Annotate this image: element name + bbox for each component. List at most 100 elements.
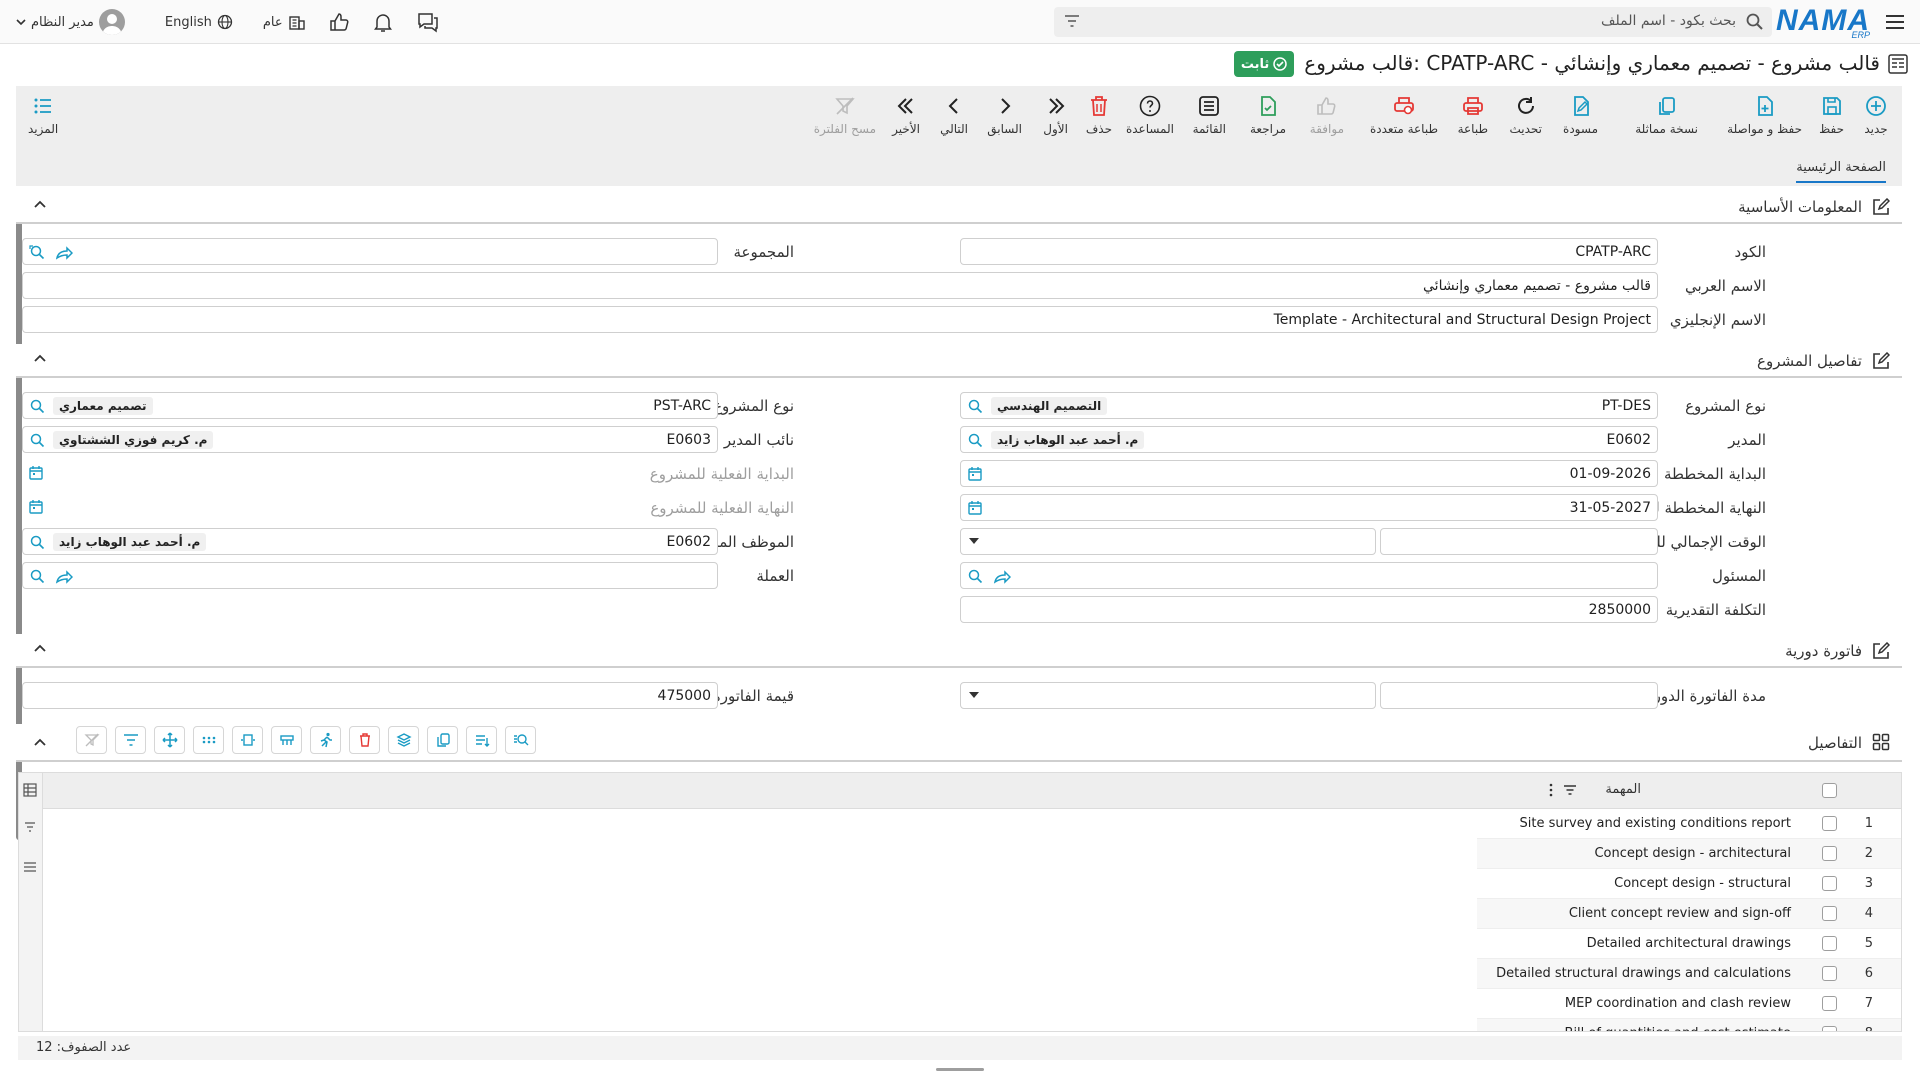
table-row[interactable]: 2 Concept design - architectural <box>1477 839 1901 869</box>
row-checkbox[interactable] <box>1822 1026 1837 1031</box>
total-time-value-field[interactable] <box>1380 528 1658 555</box>
invoice-period-unit-select[interactable] <box>960 682 1376 709</box>
lookup-icon[interactable] <box>967 398 985 414</box>
copy-icon[interactable] <box>427 726 458 754</box>
select-all-checkbox[interactable] <box>1822 783 1837 798</box>
share-icon[interactable] <box>55 244 73 260</box>
row-checkbox[interactable] <box>1822 906 1837 921</box>
deputy-field[interactable]: E0603 م. كريم فوزي الششتاوي <box>22 426 718 453</box>
column-menu-icon[interactable] <box>1549 783 1553 797</box>
planned-start-field[interactable]: 01-09-2026 <box>960 460 1658 487</box>
group-field[interactable] <box>22 238 718 265</box>
user-menu[interactable]: مدير النظام <box>10 9 131 35</box>
sort-list-icon[interactable] <box>466 726 497 754</box>
approve-button[interactable]: موافقة <box>1310 94 1344 136</box>
manager-field[interactable]: E0602 م. أحمد عبد الوهاب زايد <box>960 426 1658 453</box>
lookup-icon[interactable] <box>29 568 47 584</box>
table-row[interactable]: 4 Client concept review and sign-off <box>1477 899 1901 929</box>
table-row[interactable]: 6 Detailed structural drawings and calcul… <box>1477 959 1901 989</box>
trash-icon[interactable] <box>349 726 380 754</box>
task-cell[interactable]: Detailed structural drawings and calcula… <box>1496 966 1791 981</box>
print-button[interactable]: طباعة <box>1458 94 1488 136</box>
search-placeholder[interactable]: بحث بكود - اسم الملف <box>1601 13 1736 29</box>
calendar-icon[interactable] <box>967 500 983 516</box>
branch-switch[interactable]: عام <box>257 13 312 31</box>
table-icon[interactable] <box>23 783 37 797</box>
filter-icon[interactable] <box>24 821 36 833</box>
table-row[interactable]: 8 Bill of quantities and cost estimate <box>1477 1019 1901 1031</box>
calendar-icon[interactable] <box>967 466 983 482</box>
task-cell[interactable]: Bill of quantities and cost estimate <box>1565 1026 1791 1031</box>
actual-start-field[interactable] <box>22 460 718 487</box>
resize-handle[interactable] <box>936 1068 984 1071</box>
column-resize-icon[interactable] <box>232 726 263 754</box>
chevron-up-icon[interactable] <box>34 200 46 208</box>
responsible-employee-field[interactable]: E0602 م. أحمد عبد الوهاب زايد <box>22 528 718 555</box>
save-button[interactable]: حفظ <box>1819 94 1844 136</box>
table-row[interactable]: 3 Concept design - structural <box>1477 869 1901 899</box>
task-column-header[interactable]: المهمة <box>1605 782 1641 797</box>
global-search-box[interactable]: بحث بكود - اسم الملف <box>1054 7 1772 37</box>
lookup-icon[interactable] <box>29 398 47 414</box>
layers-icon[interactable] <box>388 726 419 754</box>
planned-end-field[interactable]: 31-05-2027 <box>960 494 1658 521</box>
arabic-name-field[interactable]: قالب مشروع - تصميم معماري وإنشائي <box>22 272 1658 299</box>
lookup-icon[interactable] <box>29 432 47 448</box>
bell-icon[interactable] <box>372 11 394 33</box>
calendar-icon[interactable] <box>28 499 44 515</box>
draft-button[interactable]: مسودة <box>1563 94 1598 136</box>
actual-end-field[interactable] <box>22 494 718 521</box>
task-cell[interactable]: Concept design - structural <box>1614 876 1791 891</box>
lookup-icon[interactable] <box>29 534 47 550</box>
estimated-cost-field[interactable]: 2850000 <box>960 596 1658 623</box>
table-row[interactable]: 5 Detailed architectural drawings <box>1477 929 1901 959</box>
currency-field[interactable] <box>22 562 718 589</box>
row-checkbox[interactable] <box>1822 876 1837 891</box>
row-checkbox[interactable] <box>1822 936 1837 951</box>
english-name-field[interactable]: Template - Architectural and Structural … <box>22 306 1658 333</box>
row-checkbox[interactable] <box>1822 966 1837 981</box>
task-cell[interactable]: Concept design - architectural <box>1594 846 1791 861</box>
clear-filter-icon[interactable] <box>76 726 107 754</box>
share-icon[interactable] <box>55 568 73 584</box>
save-continue-button[interactable]: حفظ و مواصلة <box>1727 94 1802 136</box>
table-row[interactable]: 1 Site survey and existing conditions rep… <box>1477 809 1901 839</box>
row-checkbox[interactable] <box>1822 816 1837 831</box>
section-project-details[interactable]: تفاصيل المشروع <box>16 344 1902 378</box>
sub-type-field[interactable]: PST-ARC تصميم معماري <box>22 392 718 419</box>
new-button[interactable]: جديد <box>1864 94 1888 136</box>
search-icon[interactable] <box>1746 13 1764 31</box>
next-button[interactable]: التالي <box>940 94 968 136</box>
more-button[interactable]: المزيد <box>28 94 58 136</box>
chevron-up-icon[interactable] <box>34 644 46 652</box>
previous-button[interactable]: السابق <box>987 94 1022 136</box>
task-cell[interactable]: Detailed architectural drawings <box>1587 936 1791 951</box>
language-switch[interactable]: English <box>159 14 239 30</box>
help-button[interactable]: المساعدة <box>1126 94 1174 136</box>
delete-button[interactable]: حذف <box>1086 94 1112 136</box>
project-type-field[interactable]: PT-DES التصميم الهندسي <box>960 392 1658 419</box>
lookup-icon[interactable] <box>29 244 47 260</box>
lookup-icon[interactable] <box>967 568 985 584</box>
invoice-period-value-field[interactable] <box>1380 682 1658 709</box>
section-basic-info[interactable]: المعلومات الأساسية <box>16 190 1902 224</box>
column-filter-icon[interactable] <box>1563 784 1577 796</box>
list-button[interactable]: القائمة <box>1193 94 1226 136</box>
similar-copy-button[interactable]: نسخة مماثلة <box>1635 94 1698 136</box>
clear-filter-button[interactable]: مسح الفلترة <box>814 94 876 136</box>
chevron-up-icon[interactable] <box>34 738 46 746</box>
running-man-icon[interactable] <box>310 726 341 754</box>
row-checkbox[interactable] <box>1822 996 1837 1011</box>
task-cell[interactable]: MEP coordination and clash review <box>1565 996 1791 1011</box>
invoice-value-field[interactable]: 475000 <box>22 682 718 709</box>
lookup-icon[interactable] <box>967 432 985 448</box>
tab-home[interactable]: الصفحة الرئيسية <box>1796 160 1886 183</box>
refresh-button[interactable]: تحديث <box>1509 94 1542 136</box>
calendar-icon[interactable] <box>28 465 44 481</box>
multi-print-button[interactable]: طباعة متعددة <box>1370 94 1438 136</box>
chevron-up-icon[interactable] <box>34 354 46 362</box>
code-field[interactable]: CPATP-ARC <box>960 238 1658 265</box>
task-cell[interactable]: Client concept review and sign-off <box>1569 906 1791 921</box>
thumbs-up-icon[interactable] <box>328 11 350 33</box>
responsible-field[interactable] <box>960 562 1658 589</box>
